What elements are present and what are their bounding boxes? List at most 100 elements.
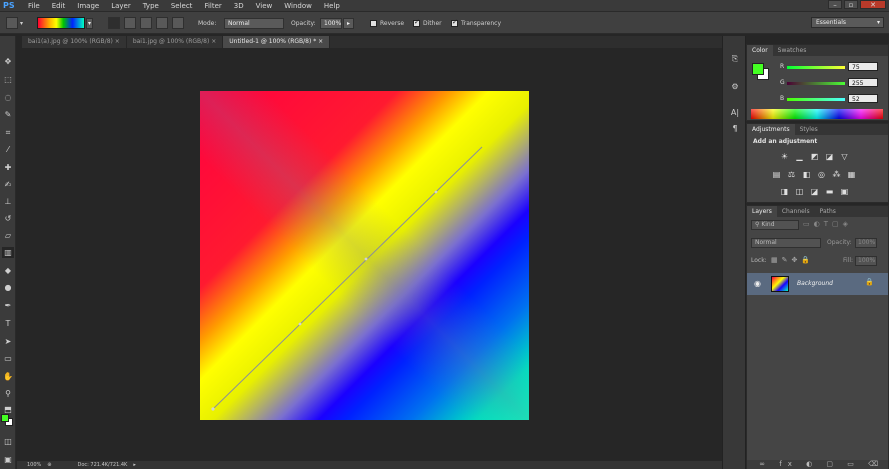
foreground-color-swatch[interactable]	[1, 414, 9, 422]
menu-image[interactable]: Image	[71, 2, 105, 10]
history-brush-tool-icon[interactable]: ↺	[2, 213, 14, 224]
lock-icons[interactable]: ▦✎✥🔒	[771, 256, 814, 264]
tab-swatches[interactable]: Swatches	[773, 45, 812, 56]
b-value-input[interactable]: 52	[848, 94, 878, 103]
zoom-level[interactable]: 100%	[27, 462, 41, 468]
menu-file[interactable]: File	[22, 2, 46, 10]
tab-bai1a[interactable]: bai1(a).jpg @ 100% (RGB/8) ×	[22, 36, 127, 48]
pen-tool-icon[interactable]: ✒	[2, 300, 14, 311]
character-panel-icon[interactable]: A|	[728, 108, 742, 120]
brush-panel-icon[interactable]: ⚙	[728, 82, 742, 94]
exposure-icon[interactable]: ◪	[824, 152, 835, 161]
tab-styles[interactable]: Styles	[795, 124, 823, 135]
tab-channels[interactable]: Channels	[777, 206, 815, 217]
quick-mask-icon[interactable]: ◫	[2, 436, 14, 447]
menu-filter[interactable]: Filter	[198, 2, 227, 10]
quick-select-tool-icon[interactable]: ✎	[2, 109, 14, 120]
diamond-gradient-button[interactable]	[172, 17, 184, 29]
layer-row-background[interactable]: ◉ Background 🔒	[747, 273, 888, 295]
shape-tool-icon[interactable]: ▭	[2, 353, 14, 364]
tool-preset-picker[interactable]: ▾	[6, 17, 23, 29]
workspace-switcher[interactable]: Essentials ▾	[811, 17, 884, 28]
gradient-map-icon[interactable]: ▬	[824, 187, 835, 196]
hand-tool-icon[interactable]: ✋	[2, 371, 14, 382]
tab-untitled-1[interactable]: Untitled-1 @ 100% (RGB/8) * ×	[223, 36, 331, 48]
threshold-icon[interactable]: ◪	[809, 187, 820, 196]
r-slider[interactable]	[787, 66, 845, 69]
linear-gradient-button[interactable]	[108, 17, 120, 29]
levels-icon[interactable]: ▁	[794, 152, 805, 161]
eraser-tool-icon[interactable]: ▱	[2, 230, 14, 241]
invert-icon[interactable]: ◨	[779, 187, 790, 196]
eye-visibility-icon[interactable]: ◉	[754, 279, 761, 288]
path-select-tool-icon[interactable]: ➤	[2, 336, 14, 347]
g-value-input[interactable]: 255	[848, 78, 878, 87]
type-tool-icon[interactable]: T	[2, 318, 14, 329]
history-panel-icon[interactable]: ⎘	[728, 54, 742, 66]
hue-saturation-icon[interactable]: ▤	[771, 170, 782, 179]
reflected-gradient-button[interactable]	[156, 17, 168, 29]
blend-mode-select[interactable]: Normal	[751, 238, 821, 248]
tab-color[interactable]: Color	[747, 45, 773, 56]
g-slider[interactable]	[787, 82, 845, 85]
mode-select[interactable]: Normal	[224, 17, 284, 29]
layer-opacity-input[interactable]: 100%	[855, 238, 877, 248]
transparency-checkbox[interactable]: Transparency	[451, 17, 501, 29]
brush-tool-icon[interactable]: ✍	[2, 179, 14, 190]
gradient-tool-icon[interactable]: ▥	[2, 247, 14, 258]
menu-3d[interactable]: 3D	[228, 2, 250, 10]
menu-view[interactable]: View	[250, 2, 279, 10]
black-white-icon[interactable]: ◧	[801, 170, 812, 179]
layer-filter-kind[interactable]: ⚲ Kind	[751, 220, 799, 230]
move-tool-icon[interactable]: ✥	[2, 56, 14, 67]
b-slider[interactable]	[787, 98, 845, 101]
menu-edit[interactable]: Edit	[46, 2, 72, 10]
photo-filter-icon[interactable]: ◎	[816, 170, 827, 179]
vibrance-icon[interactable]: ▽	[839, 152, 850, 161]
zoom-tool-icon[interactable]: ⚲	[2, 388, 14, 399]
gradient-editor-swatch[interactable]	[37, 17, 85, 29]
tab-paths[interactable]: Paths	[815, 206, 841, 217]
gradient-picker-arrow[interactable]: ▾	[86, 17, 94, 29]
blur-tool-icon[interactable]: ◆	[2, 265, 14, 276]
screen-mode-icon[interactable]: ▣	[2, 454, 14, 465]
opacity-input[interactable]: 100% ▸	[320, 17, 355, 29]
color-balance-icon[interactable]: ⚖	[786, 170, 797, 179]
tab-adjustments[interactable]: Adjustments	[747, 124, 795, 135]
panel-foreground-swatch[interactable]	[752, 63, 764, 75]
close-icon[interactable]: ×	[318, 38, 323, 45]
menu-type[interactable]: Type	[137, 2, 165, 10]
eyedropper-tool-icon[interactable]: ⁄	[2, 144, 14, 155]
menu-window[interactable]: Window	[278, 2, 318, 10]
radial-gradient-button[interactable]	[124, 17, 136, 29]
marquee-tool-icon[interactable]: ⬚	[2, 74, 14, 85]
reverse-checkbox[interactable]: Reverse	[370, 17, 404, 29]
layers-footer-icons[interactable]: ∞ fx ◐ ▢ ▭ ⌫	[747, 460, 888, 469]
selective-color-icon[interactable]: ▣	[839, 187, 850, 196]
angle-gradient-button[interactable]	[140, 17, 152, 29]
channel-mixer-icon[interactable]: ⁂	[831, 170, 842, 179]
spot-heal-tool-icon[interactable]: ✚	[2, 162, 14, 173]
crop-tool-icon[interactable]: ⌗	[2, 127, 14, 138]
lasso-tool-icon[interactable]: ◌	[2, 92, 14, 103]
r-value-input[interactable]: 75	[848, 62, 878, 71]
paragraph-panel-icon[interactable]: ¶	[728, 124, 742, 136]
close-window-button[interactable]: ✕	[860, 0, 886, 9]
layer-name[interactable]: Background	[797, 280, 833, 287]
layer-filter-icons[interactable]: ▭◐T▢◈	[803, 220, 852, 228]
tab-layers[interactable]: Layers	[747, 206, 777, 217]
color-lookup-icon[interactable]: ▦	[846, 170, 857, 179]
tab-bai1[interactable]: bai1.jpg @ 100% (RGB/8) ×	[126, 36, 224, 48]
dither-checkbox[interactable]: Dither	[413, 17, 442, 29]
clone-stamp-tool-icon[interactable]: ⊥	[2, 196, 14, 207]
curves-icon[interactable]: ◩	[809, 152, 820, 161]
close-icon[interactable]: ×	[115, 38, 120, 45]
maximize-button[interactable]: ▫	[844, 0, 858, 9]
dodge-tool-icon[interactable]: ●	[2, 282, 14, 293]
menu-select[interactable]: Select	[165, 2, 199, 10]
minimize-button[interactable]: –	[828, 0, 842, 9]
menu-layer[interactable]: Layer	[105, 2, 137, 10]
close-icon[interactable]: ×	[211, 38, 216, 45]
status-menu-arrow-icon[interactable]: ▸	[133, 462, 136, 468]
fill-input[interactable]: 100%	[855, 256, 877, 266]
